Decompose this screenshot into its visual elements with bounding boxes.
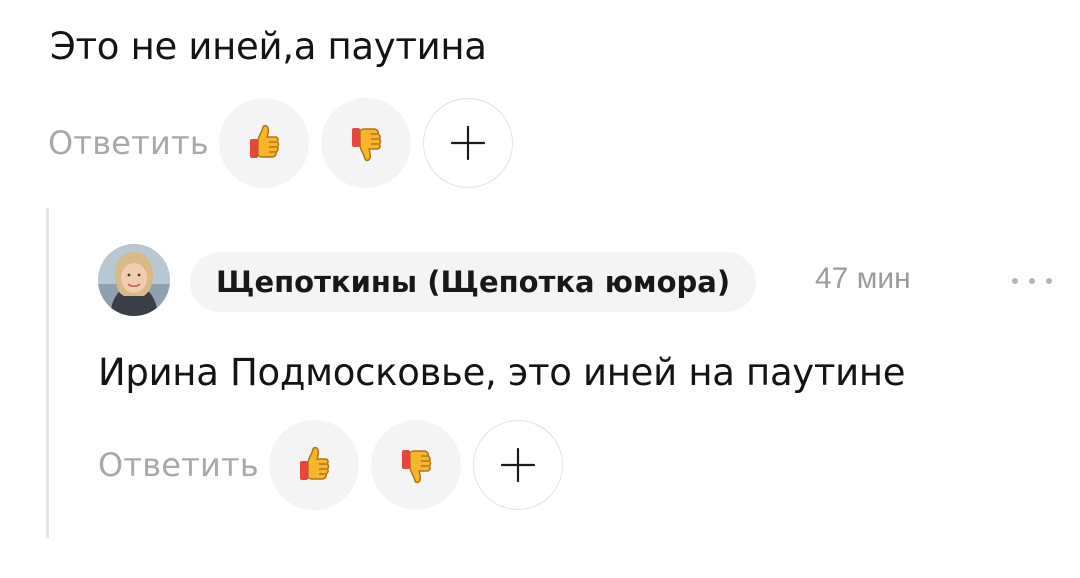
reply-text: Ирина Подмосковье, это иней на паутине xyxy=(98,351,906,394)
more-dots-icon xyxy=(1012,278,1018,284)
comment-text: Это не иней,а паутина xyxy=(50,25,487,68)
reply-button[interactable]: Ответить xyxy=(98,446,259,484)
reply-button[interactable]: Ответить xyxy=(48,124,209,162)
more-dots-icon xyxy=(1046,278,1052,284)
dislike-button[interactable] xyxy=(320,98,411,188)
author-name: Щепоткины (Щепотка юмора) xyxy=(216,265,731,299)
avatar-image xyxy=(98,244,170,316)
comment-timestamp: 47 мин xyxy=(815,262,911,295)
thumbs-up-icon xyxy=(249,124,280,158)
thumbs-down-icon xyxy=(351,128,382,162)
thumbs-up-icon xyxy=(299,446,330,480)
more-dots-icon xyxy=(1029,278,1035,284)
like-button[interactable] xyxy=(268,420,359,510)
author-name-chip[interactable]: Щепоткины (Щепотка юмора) xyxy=(190,252,757,312)
reply-actions: Ответить xyxy=(98,420,563,510)
comment-actions: Ответить xyxy=(48,98,513,188)
add-reaction-button[interactable] xyxy=(422,98,513,188)
thread-line xyxy=(46,208,49,538)
thumbs-down-icon xyxy=(401,450,432,484)
more-options-button[interactable] xyxy=(1012,266,1052,296)
dislike-button[interactable] xyxy=(370,420,461,510)
plus-icon xyxy=(450,125,486,161)
like-button[interactable] xyxy=(218,98,309,188)
plus-icon xyxy=(500,447,536,483)
add-reaction-button[interactable] xyxy=(472,420,563,510)
user-avatar[interactable] xyxy=(98,244,170,316)
